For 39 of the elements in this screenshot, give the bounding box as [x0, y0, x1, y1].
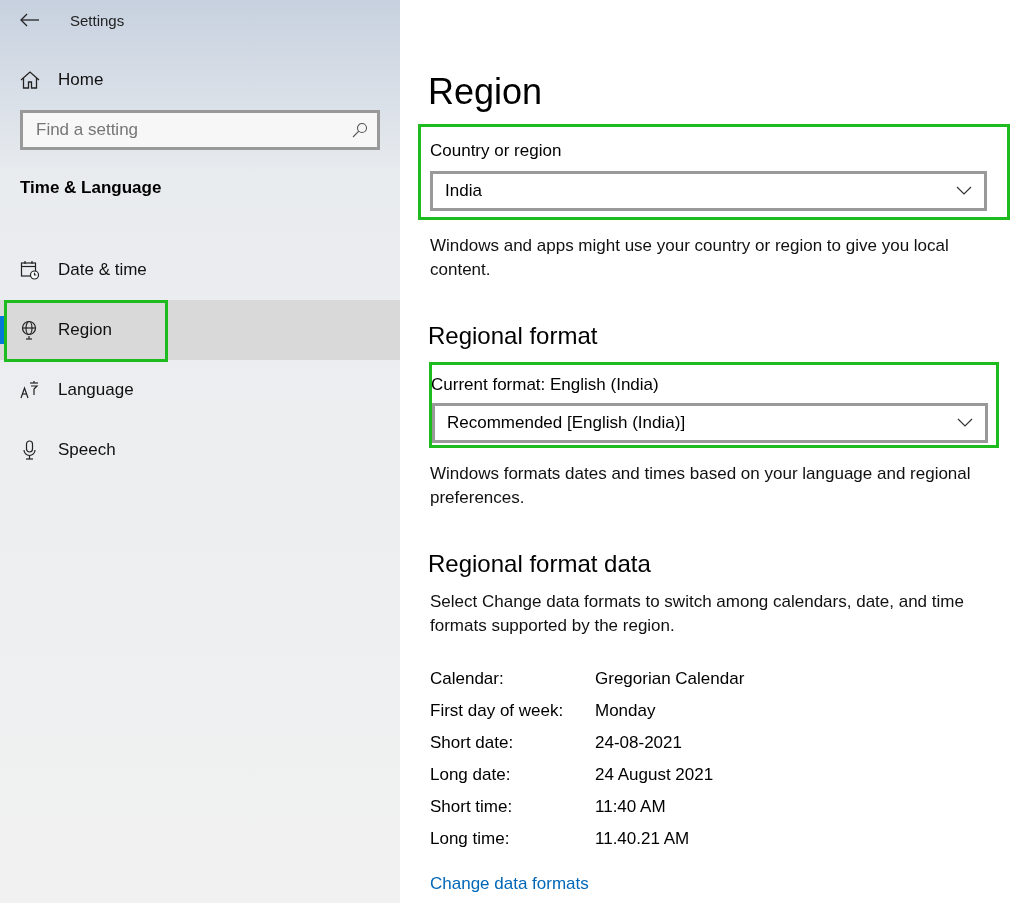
format-value: 24 August 2021 [595, 764, 715, 786]
nav-item[interactable]: Speech [0, 420, 400, 480]
change-data-formats-link[interactable]: Change data formats [430, 874, 589, 894]
search-field[interactable]: Find a setting [20, 110, 380, 150]
format-value: 11.40.21 AM [595, 828, 691, 850]
home-icon [20, 70, 40, 90]
format-value: 24-08-2021 [595, 732, 683, 754]
format-label: Calendar: [430, 668, 505, 690]
page-title: Region [428, 72, 544, 112]
language-icon [20, 380, 40, 400]
section-heading: Time & Language [20, 178, 163, 199]
nav-item[interactable]: Language [0, 360, 400, 420]
format-value: Gregorian Calendar [595, 668, 746, 690]
chevron-down-icon [957, 418, 973, 428]
section-heading: Regional format [428, 322, 599, 351]
format-label: First day of week: [430, 700, 565, 722]
description-text: Windows and apps might use your country or region to give you local content. [430, 235, 950, 281]
format-label: Short date: [430, 732, 515, 754]
chevron-down-icon [956, 186, 972, 196]
nav-item[interactable]: Date & time [0, 240, 400, 300]
format-dropdown[interactable]: Recommended [English (India)] [432, 403, 988, 443]
nav-item[interactable]: Region [0, 300, 400, 360]
field-label: Current format: English (India) [431, 375, 660, 395]
description-text: Windows formats dates and times based on your language and regional preferences. [430, 463, 972, 509]
format-value: 11:40 AM [595, 796, 667, 818]
format-label: Long date: [430, 764, 512, 786]
section-heading: Regional format data [428, 550, 652, 579]
home-nav-item[interactable]: Home [20, 70, 400, 90]
format-label: Short time: [430, 796, 514, 818]
description-text: Select Change data formats to switch among calendars, date, and time formats supported by the region. [430, 591, 965, 637]
country-dropdown[interactable]: India [430, 171, 987, 211]
format-value: Monday [595, 700, 657, 722]
window-title: Settings [70, 11, 125, 29]
calendar-clock-icon [20, 260, 40, 280]
format-label: Long time: [430, 828, 511, 850]
back-arrow-icon[interactable] [20, 13, 40, 27]
selection-indicator [0, 316, 5, 344]
search-icon [352, 122, 368, 138]
field-label: Country or region [430, 141, 563, 161]
